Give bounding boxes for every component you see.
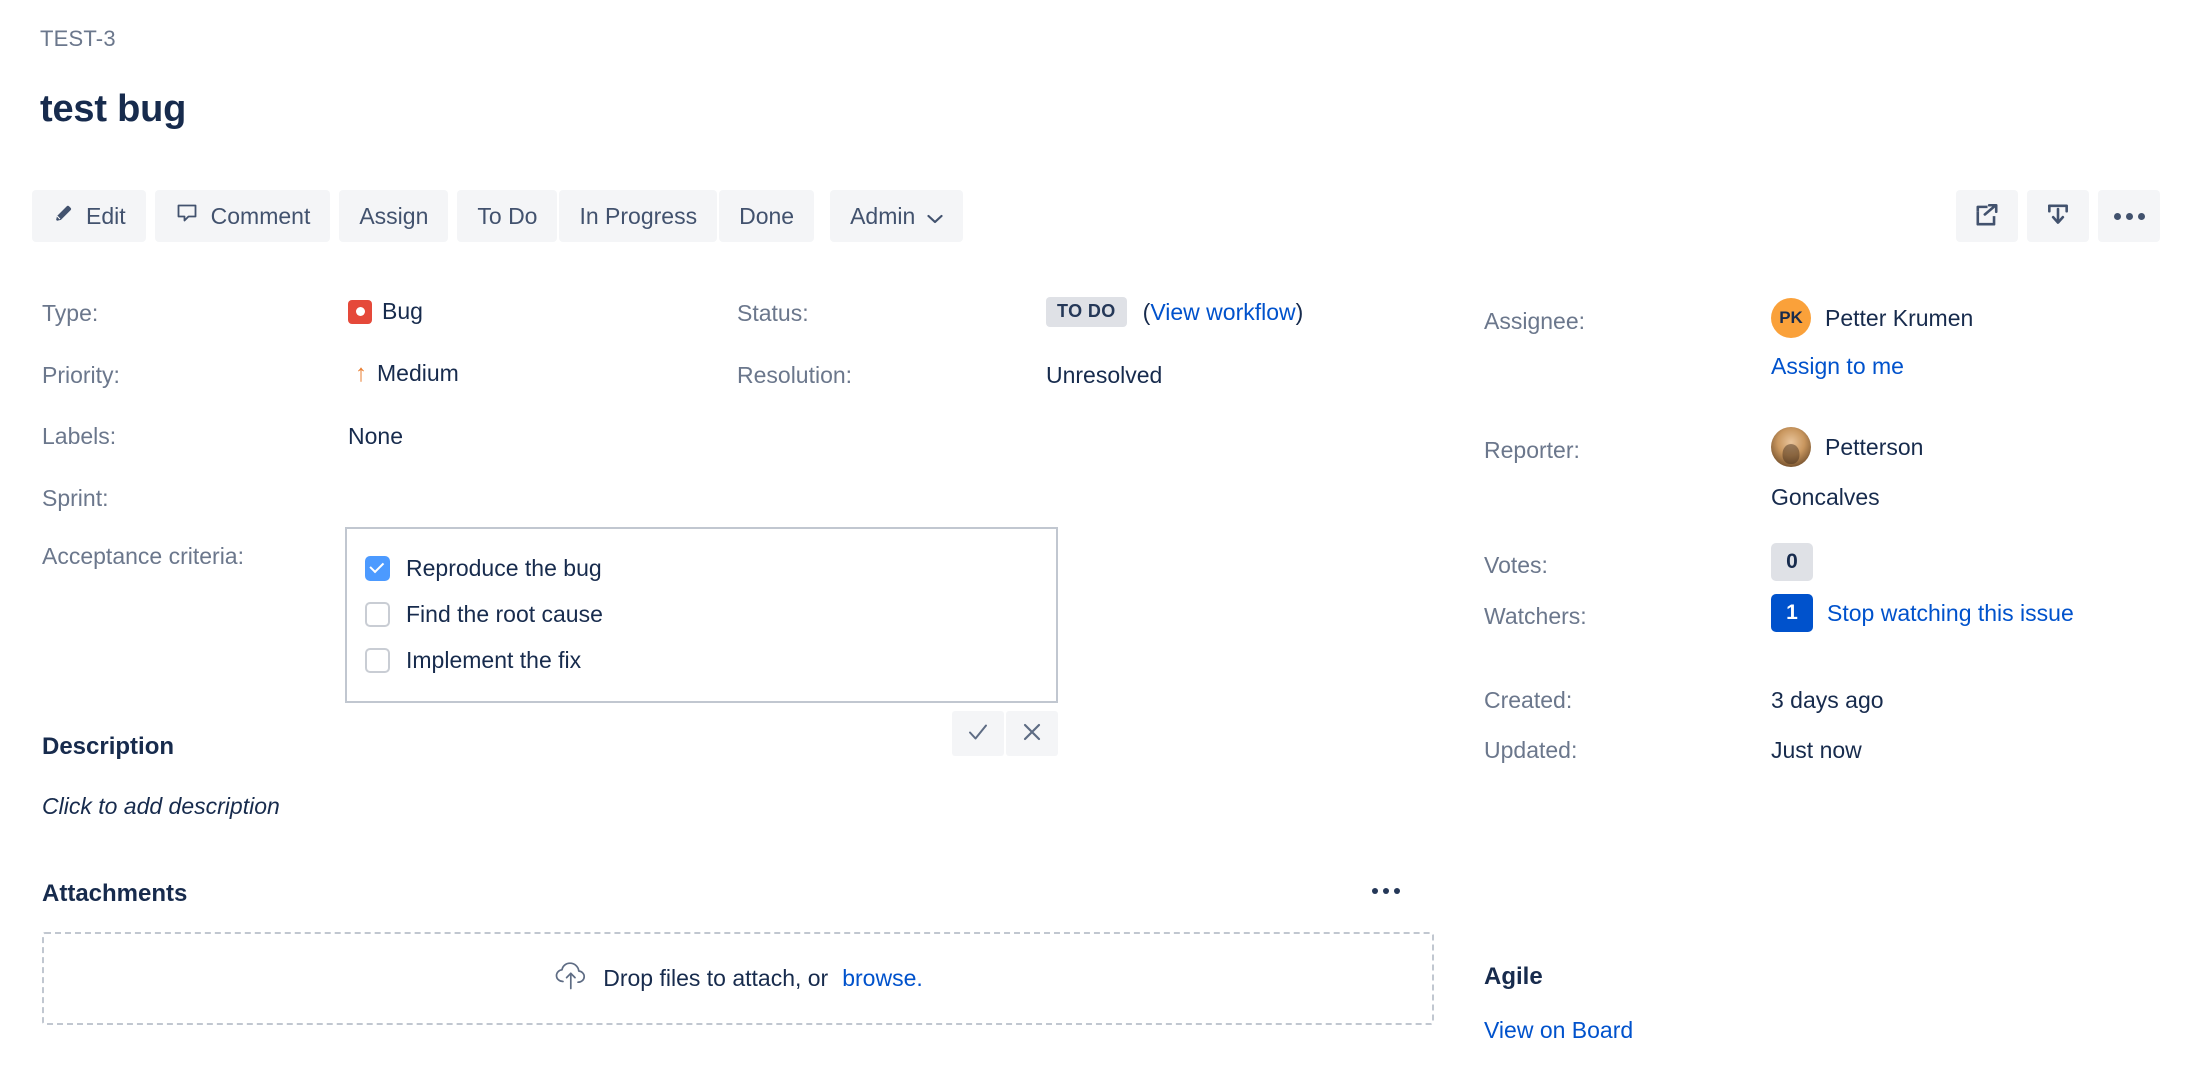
acceptance-criteria-label: Acceptance criteria: [42,543,244,569]
view-workflow-paren-close: ) [1295,298,1304,325]
avatar [1771,427,1811,467]
share-icon [1974,202,2000,231]
type-value: Bug [348,298,423,325]
assignee-label: Assignee: [1484,308,1586,334]
dropzone-text: Drop files to attach, or [603,965,829,991]
labels-label: Labels: [42,423,117,449]
resolution-value: Unresolved [1046,362,1163,388]
updated-value: Just now [1771,737,1862,763]
transition-done-button[interactable]: Done [719,190,815,242]
comment-button-label: Comment [210,202,311,229]
votes-value: 0 [1771,543,1813,581]
priority-label: Priority: [42,362,120,388]
acceptance-criteria-list: Reproduce the bug Find the root cause Im… [345,527,1058,703]
sprint-label: Sprint: [42,485,109,511]
attachments-heading: Attachments [42,880,188,907]
priority-value: ↑ Medium [355,360,459,387]
transition-done-label: Done [739,202,795,229]
checkbox-find-the-root-cause[interactable] [365,601,390,627]
cancel-button[interactable] [1006,711,1058,756]
more-actions-button[interactable] [2098,190,2160,242]
watchers-label: Watchers: [1484,603,1587,629]
admin-dropdown-button[interactable]: Admin [830,190,964,242]
comment-bubble-icon [175,201,199,231]
share-button[interactable] [1956,190,2018,242]
reporter-value[interactable]: Petterson [1771,427,1923,467]
votes-badge[interactable]: 0 [1771,543,1813,581]
view-workflow-link[interactable]: View workflow [1150,299,1295,325]
checkbox-implement-the-fix[interactable] [365,647,390,673]
check-icon [966,720,990,747]
list-item[interactable]: Implement the fix [365,637,1038,683]
list-item-label: Implement the fix [406,646,582,673]
watchers-badge[interactable]: 1 [1771,594,1813,632]
acceptance-criteria-editor: Reproduce the bug Find the root cause Im… [345,527,1058,756]
status-badge: TO DO [1046,297,1127,327]
created-label: Created: [1484,687,1573,713]
assign-to-me-link[interactable]: Assign to me [1771,353,1904,380]
resolution-label: Resolution: [737,362,853,388]
description-placeholder[interactable]: Click to add description [42,793,280,820]
transition-todo-button[interactable]: To Do [457,190,558,242]
assign-button-label: Assign [359,202,429,229]
type-value-text: Bug [382,298,423,324]
attachments-more-button[interactable] [1372,888,1400,894]
status-value: TO DO (View workflow) [1046,297,1303,327]
assign-button[interactable]: Assign [339,190,449,242]
pencil-icon [52,202,74,230]
reporter-name-line1: Petterson [1825,433,1924,460]
cloud-upload-icon [553,960,589,998]
reporter-name-line2: Goncalves [1771,484,1880,510]
edit-button-label: Edit [86,202,126,229]
priority-up-arrow-icon: ↑ [355,359,367,387]
list-item[interactable]: Find the root cause [365,591,1038,637]
updated-label: Updated: [1484,737,1578,763]
view-on-board-wrap: View on Board [1484,1017,1633,1044]
workflow-transition-group: To Do In Progress Done [457,190,815,242]
ellipsis-icon [1372,888,1400,894]
page-title: test bug [40,88,187,130]
list-item-label: Reproduce the bug [406,554,602,581]
comment-button[interactable]: Comment [154,190,331,242]
ellipsis-icon [2113,212,2145,220]
assign-to-me-link-wrap: Assign to me [1771,353,1904,380]
assignee-value[interactable]: PK Petter Krumen [1771,298,1973,338]
labels-value: None [348,423,403,449]
confirm-button[interactable] [952,711,1004,756]
checkbox-reproduce-the-bug[interactable] [365,555,390,581]
created-value: 3 days ago [1771,687,1884,713]
type-label: Type: [42,300,99,326]
transition-in-progress-label: In Progress [579,202,698,229]
transition-in-progress-button[interactable]: In Progress [559,190,718,242]
list-item-label: Find the root cause [406,600,603,627]
stop-watching-link[interactable]: Stop watching this issue [1827,600,2074,627]
avatar: PK [1771,298,1811,338]
bug-icon [348,299,372,324]
browse-link[interactable]: browse. [842,965,923,992]
attachment-dropzone[interactable]: Drop files to attach, or browse. [42,932,1434,1025]
watchers-value: 1 Stop watching this issue [1771,594,2074,632]
list-item[interactable]: Reproduce the bug [365,545,1038,591]
votes-label: Votes: [1484,552,1548,578]
description-heading: Description [42,733,175,760]
edit-button[interactable]: Edit [32,190,146,242]
issue-detail-page: TEST-3 test bug Edit Comment Assign To D… [0,0,2198,1084]
reporter-label: Reporter: [1484,437,1580,463]
chevron-down-icon [927,203,943,230]
view-on-board-link[interactable]: View on Board [1484,1017,1633,1043]
inline-edit-actions [345,711,1058,756]
priority-value-text: Medium [377,360,459,386]
close-icon [1020,720,1044,747]
assignee-name: Petter Krumen [1825,304,1974,331]
download-export-icon [2045,202,2071,231]
status-label: Status: [737,300,809,326]
issue-actions [1956,190,2160,242]
export-button[interactable] [2027,190,2089,242]
transition-todo-label: To Do [477,202,538,229]
admin-dropdown-label: Admin [850,202,916,229]
issue-toolbar: Edit Comment Assign To Do In Progress Do… [32,190,964,242]
breadcrumb[interactable]: TEST-3 [40,26,116,52]
agile-heading: Agile [1484,963,1543,990]
